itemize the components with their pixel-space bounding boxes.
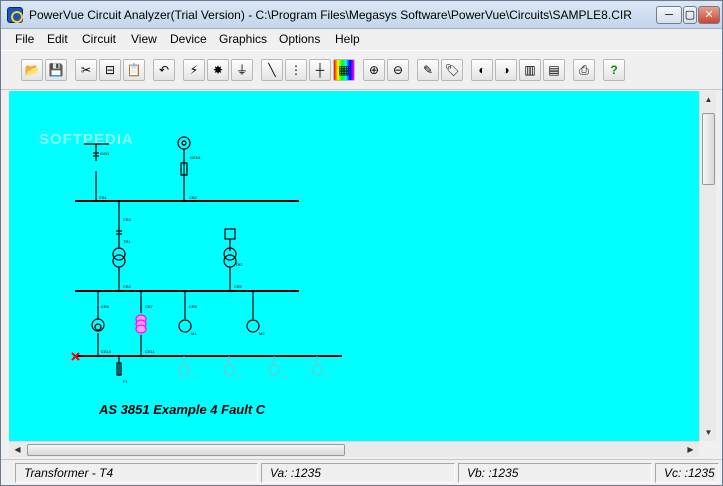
label-cb2: CB2	[189, 195, 198, 200]
motor-m1[interactable]	[178, 319, 192, 333]
selected-device[interactable]	[135, 314, 147, 334]
label-src: G/N1	[100, 151, 110, 156]
maximize-button[interactable]: ▢	[683, 6, 697, 24]
label-cb3: CB3	[123, 217, 132, 222]
horizontal-scrollbar[interactable]: ◀ ▶	[9, 441, 699, 457]
motor-m2[interactable]	[246, 319, 260, 333]
status-vc: Vc: :1235	[655, 463, 719, 483]
menu-help[interactable]: Help	[335, 32, 360, 46]
breaker-tool-button[interactable]: ⊟	[99, 59, 121, 81]
horizontal-scroll-thumb[interactable]	[27, 444, 345, 456]
label-cb11: CB11	[145, 349, 155, 354]
menu-file[interactable]: File	[15, 32, 34, 46]
app-window: PowerVue Circuit Analyzer(Trial Version)…	[0, 0, 723, 486]
generator-symbol[interactable]	[177, 136, 191, 150]
menu-options[interactable]: Options	[279, 32, 320, 46]
help-button[interactable]: ?	[603, 59, 625, 81]
status-va: Va: :1235	[261, 463, 455, 483]
zoom-out-button[interactable]: ⊖	[387, 59, 409, 81]
transformer-t4[interactable]	[91, 318, 105, 332]
paste-button[interactable]: 📋	[123, 59, 145, 81]
label-m4: M4	[237, 374, 243, 379]
save-circuit-button[interactable]: 💾	[45, 59, 67, 81]
label-cb10: CB10	[101, 349, 112, 354]
draw-line-button[interactable]: ╲	[261, 59, 283, 81]
tag-button[interactable]: 🏷	[441, 59, 463, 81]
relay-a-button[interactable]: ▥	[519, 59, 541, 81]
scroll-right-arrow[interactable]: ▶	[682, 441, 699, 458]
label-tr1: TR1	[123, 239, 131, 244]
label-cb1: CB1	[99, 195, 108, 200]
diagram-caption: AS 3851 Example 4 Fault C	[99, 402, 266, 417]
label-cb4: CB4	[123, 284, 132, 289]
circuit-canvas[interactable]: SOFTPEDIA G/N1 GEN1 CB1 CB2 CB3 TR1 TR2 …	[9, 91, 699, 441]
label-m5: M5	[282, 374, 288, 379]
motor-m6[interactable]	[311, 364, 323, 376]
status-bar: Transformer - T4 Va: :1235 Vb: :1235 Vc:…	[1, 459, 722, 485]
title-bar[interactable]: PowerVue Circuit Analyzer(Trial Version)…	[1, 1, 722, 29]
fault-button[interactable]: ⚡	[183, 59, 205, 81]
label-f1: F1	[123, 379, 128, 384]
close-button[interactable]: ✕	[698, 6, 720, 24]
label-m6: M6	[325, 374, 331, 379]
app-icon[interactable]	[7, 7, 23, 23]
probe-button[interactable]: ✎	[417, 59, 439, 81]
menu-view[interactable]: View	[131, 32, 157, 46]
label-gen: GEN1	[190, 155, 202, 160]
single-line-diagram: G/N1 GEN1 CB1 CB2 CB3 TR1 TR2 CB4 CB5 CB…	[71, 136, 342, 384]
status-device: Transformer - T4	[15, 463, 258, 483]
status-vb: Vb: :1235	[458, 463, 652, 483]
label-cb8: CB8	[189, 304, 198, 309]
label-cb7: CB7	[145, 304, 154, 309]
label-m1: M1	[191, 331, 197, 336]
palette-button[interactable]: ▦	[333, 59, 355, 81]
label-m2: M2	[259, 331, 265, 336]
motor-m5[interactable]	[268, 364, 280, 376]
motor-start-button[interactable]: ◐	[471, 59, 493, 81]
transformer-tr2-source[interactable]	[224, 228, 236, 240]
label-m3: M3	[192, 374, 198, 379]
menu-circuit[interactable]: Circuit	[82, 32, 116, 46]
vertical-scrollbar[interactable]: ▲ ▼	[699, 91, 716, 441]
label-tr2: TR2	[235, 262, 243, 267]
toolbar: 📂 💾 ✂ ⊟ 📋 ↶ ⚡ ✸ ⏚ ╲ ⋮ ┼ ▦ ⊕ ⊖ ✎ 🏷 ◐ ◑ ▥ …	[1, 50, 722, 90]
short-circuit-button[interactable]: ✸	[207, 59, 229, 81]
menu-graphics[interactable]: Graphics	[219, 32, 267, 46]
window-title: PowerVue Circuit Analyzer(Trial Version)…	[29, 8, 632, 22]
menu-bar: File Edit Circuit View Device Graphics O…	[1, 29, 722, 49]
grid-button[interactable]: ⋮	[285, 59, 307, 81]
motor-m4[interactable]	[223, 364, 235, 376]
scroll-left-arrow[interactable]: ◀	[9, 441, 26, 458]
motor-run-button[interactable]: ◑	[495, 59, 517, 81]
label-cb5: CB5	[234, 284, 243, 289]
zoom-in-button[interactable]: ⊕	[363, 59, 385, 81]
snap-button[interactable]: ┼	[309, 59, 331, 81]
scroll-down-arrow[interactable]: ▼	[700, 424, 717, 441]
print-button[interactable]: ⎙	[573, 59, 595, 81]
relay-b-button[interactable]: ▤	[543, 59, 565, 81]
wire-tool-button[interactable]: ✂	[75, 59, 97, 81]
menu-edit[interactable]: Edit	[47, 32, 68, 46]
label-cb6: CB6	[101, 304, 110, 309]
minimize-button[interactable]: ─	[656, 6, 682, 24]
scroll-up-arrow[interactable]: ▲	[700, 91, 717, 108]
transformer-tr1[interactable]	[112, 247, 126, 261]
motor-m3[interactable]	[178, 364, 190, 376]
open-circuit-button[interactable]: 📂	[21, 59, 43, 81]
menu-device[interactable]: Device	[170, 32, 207, 46]
earth-button[interactable]: ⏚	[231, 59, 253, 81]
vertical-scroll-thumb[interactable]	[702, 113, 715, 185]
undo-button[interactable]: ↶	[153, 59, 175, 81]
